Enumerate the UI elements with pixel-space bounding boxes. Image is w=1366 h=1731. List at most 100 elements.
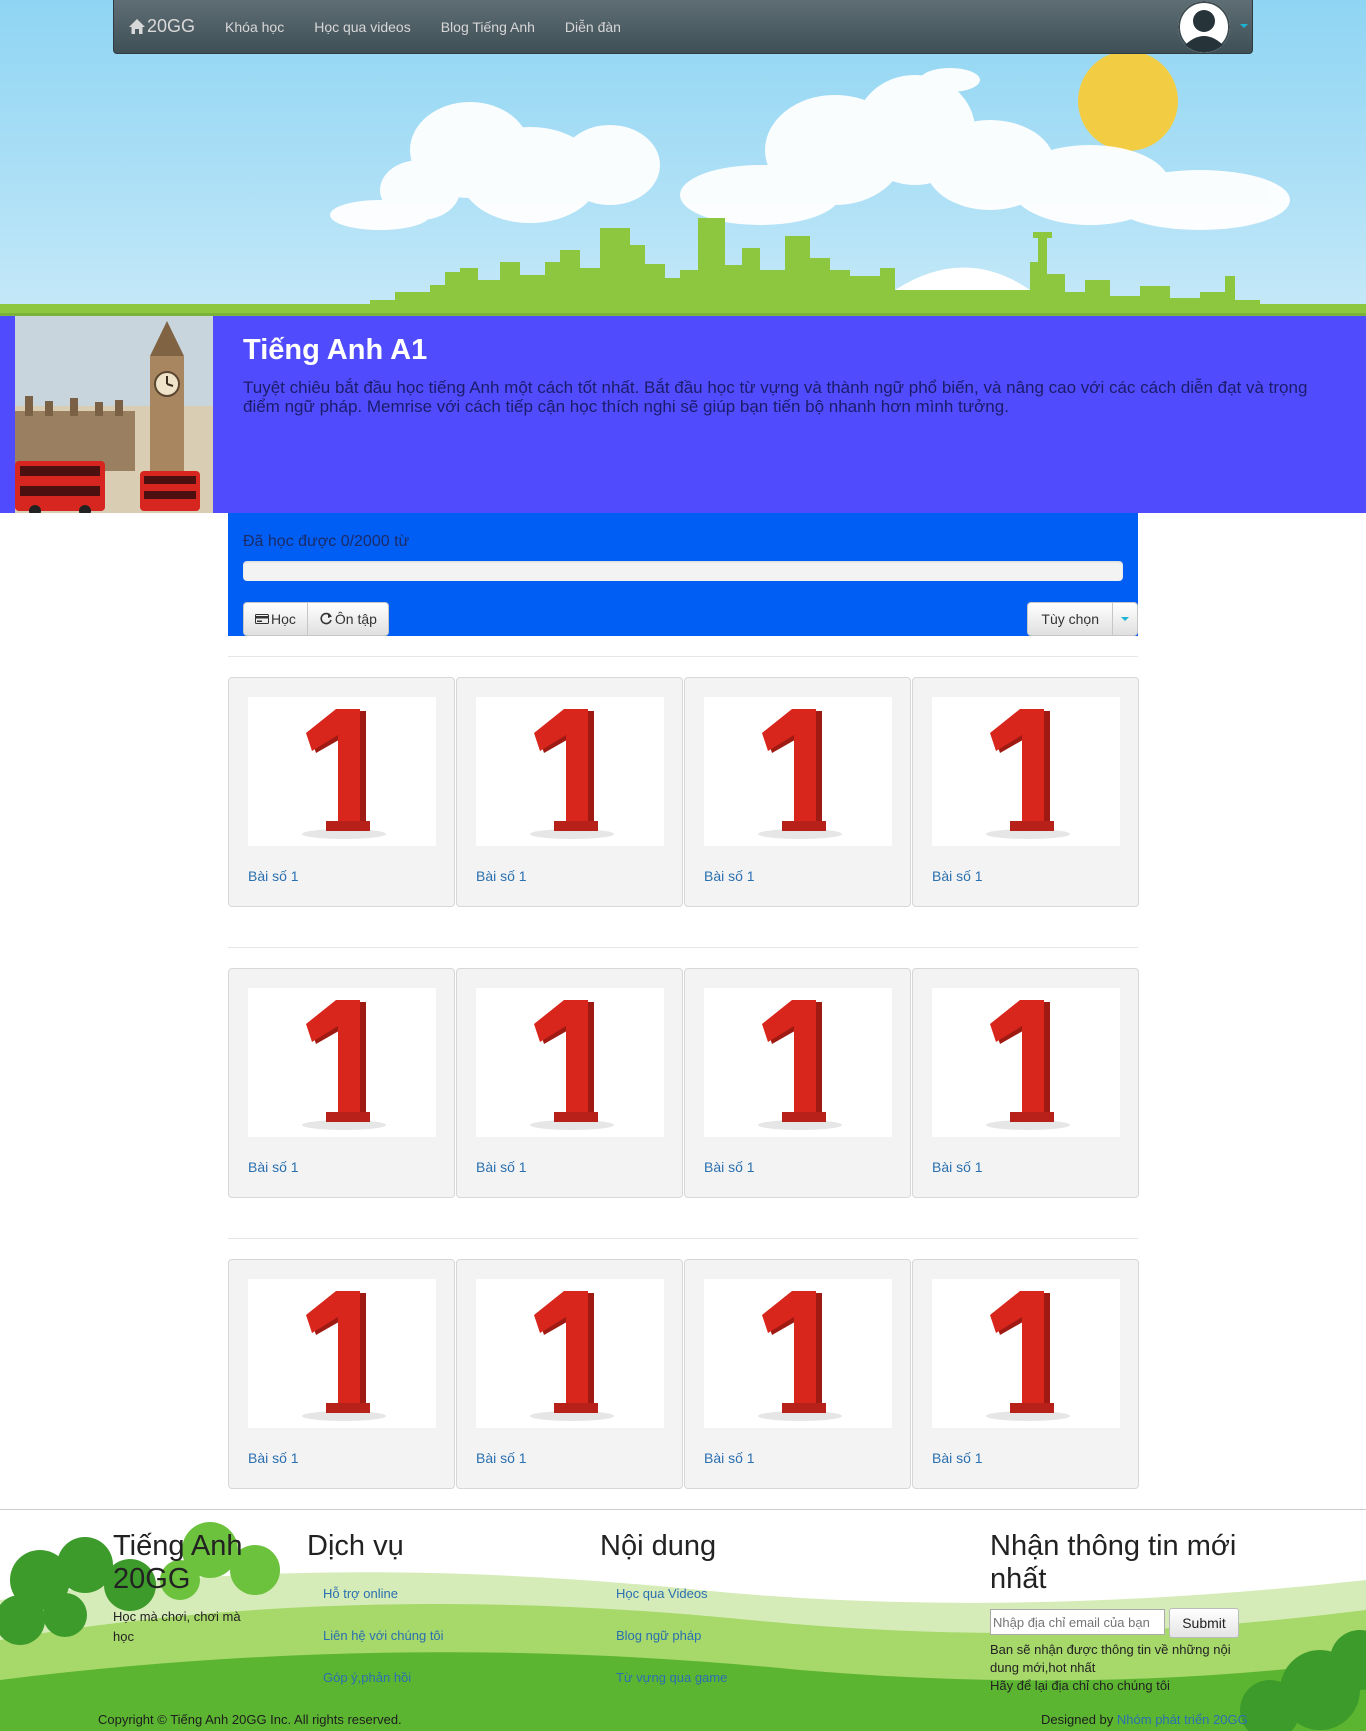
- lesson-title-link[interactable]: Bài số 1: [932, 1450, 983, 1466]
- user-icon: [1178, 1, 1230, 53]
- footer-content-heading: Nội dung: [600, 1530, 717, 1562]
- nav-link-videos[interactable]: Học qua videos: [314, 19, 411, 35]
- number-one-image: [932, 697, 1120, 846]
- lesson-card[interactable]: Bài số 1: [912, 677, 1139, 907]
- row-divider: [228, 1238, 1138, 1239]
- lesson-row-2: Bài số 1 Bài số 1 Bài số 1 Bài số 1: [228, 968, 1140, 1198]
- lesson-row-3: Bài số 1 Bài số 1 Bài số 1 Bài số 1: [228, 1259, 1140, 1489]
- row-divider: [228, 947, 1138, 948]
- lesson-thumbnail[interactable]: [248, 988, 436, 1137]
- lesson-title-link[interactable]: Bài số 1: [476, 1450, 527, 1466]
- lesson-title-link[interactable]: Bài số 1: [476, 868, 527, 884]
- footer-copyright: Copyright © Tiếng Anh 20GG Inc. All righ…: [98, 1712, 402, 1727]
- top-navbar: 20GG Khóa học Học qua videos Blog Tiếng …: [113, 0, 1253, 54]
- lesson-title-link[interactable]: Bài số 1: [704, 1450, 755, 1466]
- footer-link-online-support[interactable]: Hỗ trợ online: [323, 1586, 398, 1601]
- lesson-title-link[interactable]: Bài số 1: [248, 1159, 299, 1175]
- lesson-thumbnail[interactable]: [704, 1279, 892, 1428]
- brand-label: 20GG: [147, 16, 196, 36]
- footer-link-feedback[interactable]: Góp ý,phản hồi: [323, 1670, 411, 1685]
- footer-link-vocab-games[interactable]: Từ vựng qua game: [616, 1670, 727, 1685]
- designed-by-link[interactable]: Nhóm phát triển 20GG: [1117, 1712, 1248, 1727]
- designed-by-label: Designed by: [1041, 1712, 1114, 1727]
- lesson-card[interactable]: Bài số 1: [456, 968, 683, 1198]
- lesson-thumbnail[interactable]: [476, 697, 664, 846]
- lesson-card[interactable]: Bài số 1: [228, 968, 455, 1198]
- user-avatar[interactable]: [1178, 1, 1230, 53]
- number-one-image: [476, 988, 664, 1137]
- lesson-title-link[interactable]: Bài số 1: [932, 868, 983, 884]
- lesson-thumbnail[interactable]: [704, 697, 892, 846]
- progress-panel: Đã học được 0/2000 từ Học Ôn tập Tùy chọ…: [228, 513, 1138, 636]
- review-button[interactable]: Ôn tập: [307, 602, 389, 636]
- newsletter-note: Ban sẽ nhận được thông tin về những nội …: [990, 1642, 1231, 1693]
- options-dropdown: Tùy chọn: [1027, 602, 1138, 636]
- lesson-card[interactable]: Bài số 1: [684, 1259, 911, 1489]
- home-brand-link[interactable]: 20GG: [128, 16, 195, 37]
- lesson-thumbnail[interactable]: [248, 1279, 436, 1428]
- sun-icon: [1078, 51, 1178, 151]
- lesson-title-link[interactable]: Bài số 1: [248, 1450, 299, 1466]
- footer-link-videos[interactable]: Học qua Videos: [616, 1586, 708, 1601]
- chevron-down-icon: [1121, 617, 1129, 621]
- number-one-image: [932, 988, 1120, 1137]
- lesson-thumbnail[interactable]: [248, 697, 436, 846]
- nav-link-blog[interactable]: Blog Tiếng Anh: [441, 19, 535, 35]
- lesson-title-link[interactable]: Bài số 1: [704, 868, 755, 884]
- footer-link-grammar-blog[interactable]: Blog ngữ pháp: [616, 1628, 701, 1643]
- number-one-image: [704, 1279, 892, 1428]
- learn-button-label: Học: [271, 611, 296, 627]
- lesson-card[interactable]: Bài số 1: [228, 1259, 455, 1489]
- footer-services-heading: Dịch vụ: [307, 1530, 404, 1562]
- progress-bar: [243, 561, 1123, 581]
- newsletter-submit-button[interactable]: Submit: [1169, 1608, 1239, 1638]
- lesson-title-link[interactable]: Bài số 1: [704, 1159, 755, 1175]
- lesson-title-link[interactable]: Bài số 1: [932, 1159, 983, 1175]
- nav-link-courses[interactable]: Khóa học: [225, 19, 284, 35]
- user-menu-caret-icon[interactable]: [1240, 24, 1248, 28]
- learn-button[interactable]: Học: [243, 602, 308, 636]
- footer-tagline: Học mà chơi, chơi mà học: [113, 1609, 241, 1644]
- footer-brand: Tiếng Anh 20GG: [113, 1530, 243, 1595]
- lesson-card[interactable]: Bài số 1: [684, 968, 911, 1198]
- number-one-image: [932, 1279, 1120, 1428]
- footer-link-contact[interactable]: Liên hệ với chúng tôi: [323, 1628, 444, 1643]
- row-divider: [228, 656, 1138, 657]
- number-one-image: [248, 1279, 436, 1428]
- number-one-image: [476, 1279, 664, 1428]
- options-button[interactable]: Tùy chọn: [1027, 602, 1113, 636]
- review-button-label: Ôn tập: [334, 611, 377, 627]
- number-one-image: [704, 697, 892, 846]
- lesson-card[interactable]: Bài số 1: [456, 677, 683, 907]
- options-caret-button[interactable]: [1113, 602, 1138, 636]
- lesson-row-1: Bài số 1 Bài số 1 Bài số 1 Bài số 1: [228, 677, 1140, 907]
- lesson-card[interactable]: Bài số 1: [912, 968, 1139, 1198]
- course-thumbnail-big-ben: [15, 316, 213, 513]
- footer-newsletter-heading: Nhận thông tin mới nhất: [990, 1530, 1237, 1595]
- study-button-group: Học Ôn tập: [243, 602, 389, 636]
- number-one-image: [248, 988, 436, 1137]
- course-description: Tuyệt chiêu bắt đầu học tiếng Anh một cá…: [243, 378, 1308, 416]
- home-icon: [129, 19, 145, 34]
- lesson-thumbnail[interactable]: [704, 988, 892, 1137]
- lesson-card[interactable]: Bài số 1: [456, 1259, 683, 1489]
- lesson-title-link[interactable]: Bài số 1: [248, 868, 299, 884]
- lesson-card[interactable]: Bài số 1: [228, 677, 455, 907]
- lesson-thumbnail[interactable]: [932, 988, 1120, 1137]
- course-title: Tiếng Anh A1: [243, 334, 428, 366]
- lesson-thumbnail[interactable]: [932, 697, 1120, 846]
- site-footer: Tiếng Anh 20GG Học mà chơi, chơi mà học …: [0, 1509, 1366, 1731]
- lesson-thumbnail[interactable]: [476, 1279, 664, 1428]
- lesson-card[interactable]: Bài số 1: [912, 1259, 1139, 1489]
- refresh-icon: [320, 612, 332, 625]
- card-icon: [255, 614, 269, 624]
- newsletter-email-input[interactable]: [990, 1609, 1165, 1635]
- number-one-image: [476, 697, 664, 846]
- lesson-thumbnail[interactable]: [932, 1279, 1120, 1428]
- number-one-image: [704, 988, 892, 1137]
- number-one-image: [248, 697, 436, 846]
- lesson-card[interactable]: Bài số 1: [684, 677, 911, 907]
- lesson-thumbnail[interactable]: [476, 988, 664, 1137]
- nav-link-forum[interactable]: Diễn đàn: [565, 19, 621, 35]
- lesson-title-link[interactable]: Bài số 1: [476, 1159, 527, 1175]
